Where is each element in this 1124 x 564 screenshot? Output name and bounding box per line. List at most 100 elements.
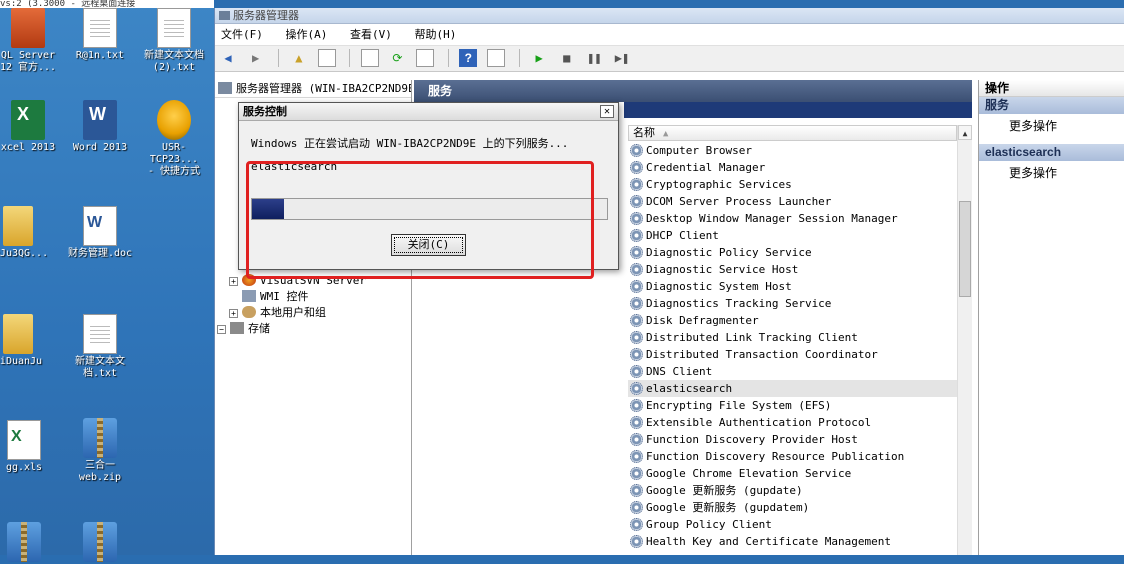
show-hide-tree-icon[interactable] (317, 49, 336, 67)
properties-icon[interactable] (360, 49, 379, 67)
desktop-icon-label: 新建文本文档 (2).txt (144, 50, 204, 73)
desktop-icon-web-zip[interactable]: 三合一 web.zip (64, 418, 136, 484)
start-service-icon[interactable]: ▶ (530, 49, 548, 67)
desktop-icon-r1n-txt[interactable]: R@1n.txt (64, 8, 136, 62)
tree-node-storage[interactable]: − 存储 (217, 321, 270, 337)
tree-node-wmi[interactable]: WMI 控件 (242, 289, 309, 305)
services-pane-header: 服务 (414, 80, 972, 102)
service-row[interactable]: Health Key and Certificate Management (628, 533, 957, 550)
service-name: Diagnostics Tracking Service (646, 297, 832, 310)
tree-node-local-users[interactable]: + 本地用户和组 (229, 305, 326, 321)
service-row[interactable]: DHCP Client (628, 227, 957, 244)
service-gear-icon (630, 229, 643, 242)
service-row[interactable]: Diagnostic Policy Service (628, 244, 957, 261)
service-row[interactable]: Google 更新服务 (gupdate) (628, 482, 957, 499)
service-row[interactable]: Google 更新服务 (gupdatem) (628, 499, 957, 516)
vertical-scrollbar[interactable]: ▲ (957, 125, 972, 555)
service-row[interactable]: Distributed Link Tracking Client (628, 329, 957, 346)
service-row[interactable]: Credential Manager (628, 159, 957, 176)
desktop-icon-new-text-2[interactable]: 新建文本文档 (2).txt (138, 8, 210, 74)
menu-action[interactable]: 操作(A) (286, 28, 328, 41)
help-icon[interactable]: ? (459, 49, 478, 67)
sort-ascending-icon: ▲ (663, 129, 669, 139)
excel-icon: X (11, 100, 45, 140)
up-folder-icon[interactable]: ▲ (290, 49, 308, 67)
service-name: Credential Manager (646, 161, 766, 174)
back-arrow-icon[interactable]: ◀ (219, 49, 237, 67)
zip-archive-icon (83, 418, 117, 458)
more-actions-elasticsearch[interactable]: 更多操作 (979, 161, 1124, 185)
desktop-icon-gg-xls[interactable]: X gg.xls (0, 420, 60, 474)
service-name: Diagnostic Policy Service (646, 246, 812, 259)
service-row[interactable]: Diagnostic Service Host (628, 261, 957, 278)
stop-service-icon[interactable]: ■ (558, 49, 576, 67)
expand-icon[interactable]: + (229, 277, 238, 286)
service-row[interactable]: Diagnostics Tracking Service (628, 295, 957, 312)
close-button[interactable]: 关闭(C) (391, 234, 466, 256)
actions-section-elasticsearch[interactable]: elasticsearch (979, 144, 1124, 161)
actions-title: 操作 (979, 80, 1124, 97)
column-header-name[interactable]: 名称 ▲ (628, 125, 957, 141)
desktop-icon-label: USR-TCP23... - 快捷方式 (147, 142, 201, 177)
service-name: Computer Browser (646, 144, 752, 157)
close-icon[interactable]: ✕ (600, 105, 614, 118)
menu-help[interactable]: 帮助(H) (415, 28, 457, 41)
desktop-icon-zip-partial[interactable] (0, 522, 60, 564)
service-row[interactable]: DCOM Server Process Launcher (628, 193, 957, 210)
menu-view[interactable]: 查看(V) (350, 28, 392, 41)
window-title: 服务器管理器 (233, 9, 299, 22)
menu-file[interactable]: 文件(F) (221, 28, 263, 41)
window-titlebar[interactable]: 服务器管理器 (215, 8, 1124, 24)
desktop-icon-finance-doc[interactable]: W 财务管理.doc (64, 206, 136, 260)
export-list-icon[interactable] (416, 49, 434, 67)
service-row[interactable]: Disk Defragmenter (628, 312, 957, 329)
service-control-dialog: 服务控制 ✕ Windows 正在尝试启动 WIN-IBA2CP2ND9E 上的… (238, 102, 619, 270)
service-gear-icon (630, 518, 643, 531)
desktop-icon-label: Word 2013 (72, 142, 128, 153)
text-file-icon (83, 8, 117, 48)
actions-section-services[interactable]: 服务 (979, 97, 1124, 114)
service-row[interactable]: Distributed Transaction Coordinator (628, 346, 957, 363)
dialog-title[interactable]: 服务控制 (239, 103, 618, 121)
service-gear-icon (630, 348, 643, 361)
desktop-icon-word-2013[interactable]: W Word 2013 (64, 100, 136, 154)
forward-arrow-icon[interactable]: ▶ (247, 49, 265, 67)
service-name: DNS Client (646, 365, 713, 378)
scrollbar-thumb[interactable] (959, 201, 971, 297)
desktop-icon-usr-tcp23[interactable]: USR-TCP23... - 快捷方式 (138, 100, 210, 178)
expand-icon[interactable]: + (229, 309, 238, 318)
service-row[interactable]: elasticsearch (628, 380, 957, 397)
service-row[interactable]: DNS Client (628, 363, 957, 380)
more-actions-services[interactable]: 更多操作 (979, 114, 1124, 138)
scroll-up-icon[interactable]: ▲ (958, 125, 972, 140)
refresh-icon[interactable]: ⟳ (388, 49, 406, 67)
service-row[interactable]: Cryptographic Services (628, 176, 957, 193)
service-row[interactable]: Computer Browser (628, 142, 957, 159)
service-gear-icon (630, 246, 643, 259)
service-row[interactable]: Encrypting File System (EFS) (628, 397, 957, 414)
desktop-icon-folder-anju[interactable]: anJu3QG... (0, 206, 54, 260)
service-name: Google 更新服务 (gupdate) (646, 484, 803, 497)
service-row[interactable]: Desktop Window Manager Session Manager (628, 210, 957, 227)
desktop-icon-sql-server[interactable]: QL Server 12 官方... (0, 8, 64, 74)
service-row[interactable]: Function Discovery Resource Publication (628, 448, 957, 465)
collapse-icon[interactable]: − (217, 325, 226, 334)
restart-service-icon[interactable]: ▶❚ (613, 49, 631, 67)
action-pane-icon[interactable] (486, 49, 505, 67)
tree-node-visualsvn[interactable]: + VisualSVN Server (229, 273, 366, 289)
desktop-icon-new-text[interactable]: 新建文本文 档.txt (64, 314, 136, 380)
service-row[interactable]: Group Policy Client (628, 516, 957, 533)
desktop-icon-folder-duanju[interactable]: hiDuanJu (0, 314, 54, 368)
service-row[interactable]: Extensible Authentication Protocol (628, 414, 957, 431)
desktop-icon-excel-2013[interactable]: X xcel 2013 (0, 100, 64, 154)
service-gear-icon (630, 399, 643, 412)
desktop-icon-zip-partial-2[interactable] (64, 522, 136, 564)
tree-root[interactable]: 服务器管理器 (WIN-IBA2CP2ND9E) (215, 80, 411, 98)
service-name: Cryptographic Services (646, 178, 792, 191)
service-row[interactable]: Function Discovery Provider Host (628, 431, 957, 448)
service-row[interactable]: Diagnostic System Host (628, 278, 957, 295)
service-gear-icon (630, 535, 643, 548)
pause-service-icon[interactable]: ❚❚ (585, 49, 603, 67)
actions-pane: 操作 服务 更多操作 elasticsearch 更多操作 (978, 80, 1124, 555)
service-row[interactable]: Google Chrome Elevation Service (628, 465, 957, 482)
